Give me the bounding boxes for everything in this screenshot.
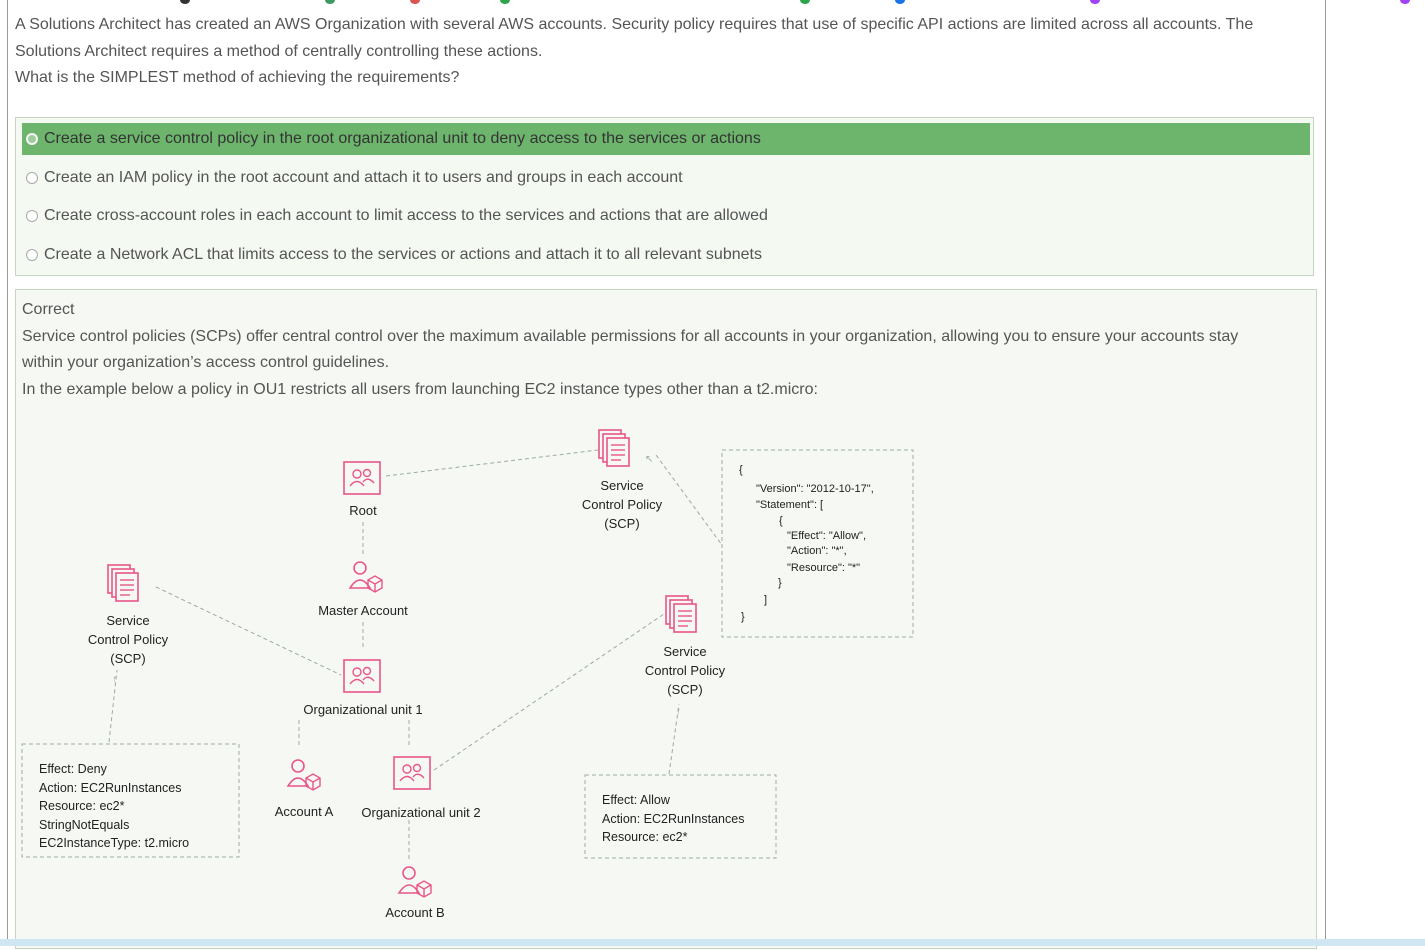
- ou1-icon: [343, 659, 381, 693]
- ou2-icon: [393, 756, 431, 790]
- radio-button[interactable]: [26, 210, 38, 222]
- json-line: }: [778, 577, 782, 589]
- scp-left-line3: (SCP): [110, 651, 145, 666]
- top-toolbar-strip: [0, 0, 1425, 10]
- answer-label: Create an IAM policy in the root account…: [44, 169, 683, 186]
- right-border: [1325, 0, 1326, 940]
- answer-label: Create cross-account roles in each accou…: [44, 207, 768, 224]
- ou1-label: Organizational unit 1: [303, 702, 422, 717]
- deny-box-line: Resource: ec2*: [39, 799, 125, 813]
- left-border: [7, 0, 8, 940]
- scp-document-icon-left: [107, 564, 139, 602]
- deny-box-line: StringNotEquals: [39, 818, 129, 832]
- json-line: }: [741, 611, 745, 623]
- json-line: "Statement": [: [756, 499, 823, 511]
- radio-button-selected[interactable]: [26, 133, 38, 145]
- svg-text:↑: ↑: [112, 674, 117, 685]
- answer-option-2[interactable]: Create an IAM policy in the root account…: [22, 162, 1310, 194]
- json-line: ]: [764, 594, 767, 606]
- answer-label: Create a Network ACL that limits access …: [44, 246, 762, 263]
- question-text: A Solutions Architect has created an AWS…: [15, 12, 1315, 92]
- master-account-icon: [349, 561, 383, 593]
- answer-label: Create a service control policy in the r…: [44, 130, 761, 147]
- account-b-label: Account B: [385, 905, 444, 920]
- account-a-icon: [287, 759, 321, 791]
- scp-document-icon-right: [665, 595, 697, 633]
- bottom-taskbar-strip: [0, 939, 1425, 946]
- allow-box-line: Effect: Allow: [602, 793, 671, 807]
- root-label: Root: [349, 503, 377, 518]
- answer-options: Create a service control policy in the r…: [15, 117, 1314, 276]
- question-line-3: What is the SIMPLEST method of achieving…: [15, 69, 460, 86]
- deny-box-line: Effect: Deny: [39, 762, 108, 776]
- account-a-label: Account A: [275, 804, 334, 819]
- svg-text:↑: ↑: [676, 706, 681, 717]
- scp-diagram: ↖ ↑ ↑ Root Master Account Organizational…: [21, 429, 914, 920]
- json-line: "Resource": "*": [787, 562, 860, 574]
- json-line: "Version": "2012-10-17",: [756, 483, 874, 495]
- scp-right-line2: Control Policy: [645, 663, 726, 678]
- radio-button[interactable]: [26, 172, 38, 184]
- account-b-icon: [398, 866, 432, 898]
- answer-option-4[interactable]: Create a Network ACL that limits access …: [22, 239, 1310, 271]
- radio-button[interactable]: [26, 249, 38, 261]
- json-line: "Action": "*",: [787, 545, 847, 557]
- allow-box-line: Action: EC2RunInstances: [602, 812, 744, 826]
- scp-right-line1: Service: [663, 644, 706, 659]
- question-line-2: Solutions Architect requires a method of…: [15, 42, 543, 60]
- deny-box-line: Action: EC2RunInstances: [39, 781, 181, 795]
- scp-top-line2: Control Policy: [582, 497, 663, 512]
- scp-left-line1: Service: [106, 613, 149, 628]
- scp-right-line3: (SCP): [667, 682, 702, 697]
- json-line: {: [739, 464, 743, 476]
- json-policy-box: [721, 449, 914, 638]
- allow-box-line: Resource: ec2*: [602, 830, 688, 844]
- json-line: "Effect": "Allow",: [787, 530, 866, 542]
- svg-text:↖: ↖: [645, 454, 653, 465]
- scp-top-line1: Service: [600, 478, 643, 493]
- master-account-label: Master Account: [318, 603, 408, 618]
- json-line: {: [779, 515, 783, 527]
- question-line-1: A Solutions Architect has created an AWS…: [15, 16, 1254, 33]
- deny-box-line: EC2InstanceType: t2.micro: [39, 836, 189, 850]
- explanation-panel: Correct Service control policies (SCPs) …: [15, 289, 1317, 949]
- root-ou-icon: [343, 461, 381, 495]
- answer-option-3[interactable]: Create cross-account roles in each accou…: [22, 200, 1310, 232]
- answer-option-1[interactable]: Create a service control policy in the r…: [22, 123, 1310, 155]
- scp-document-icon-top: [598, 429, 630, 467]
- ou2-label: Organizational unit 2: [361, 805, 480, 820]
- scp-top-line3: (SCP): [604, 516, 639, 531]
- scp-left-line2: Control Policy: [88, 632, 169, 647]
